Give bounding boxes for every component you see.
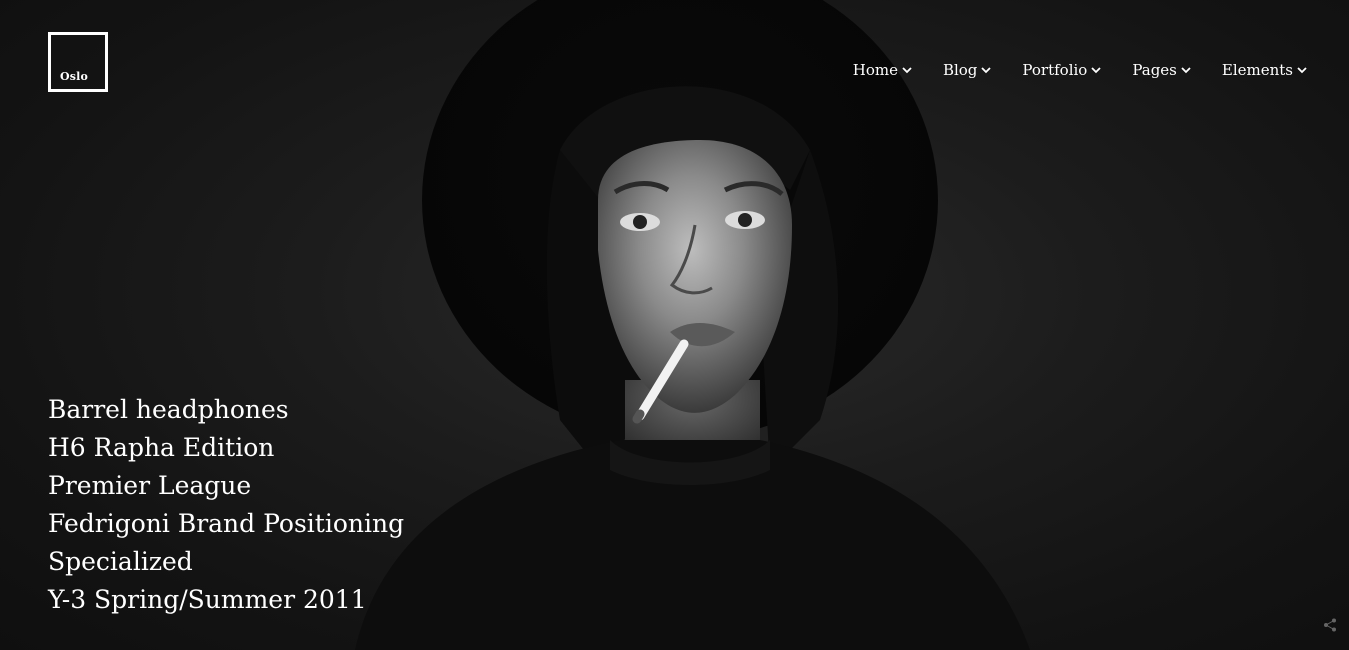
chevron-down-icon [1091,67,1101,74]
nav-item-label: Blog [942,61,978,79]
portfolio-page: Oslo Home Blog Portfolio Pages Elements … [0,0,1349,650]
project-link[interactable]: Specialized [48,543,404,581]
project-link[interactable]: Y-3 Spring/Summer 2011 [48,581,404,619]
nav-item-portfolio[interactable]: Portfolio [1022,58,1101,82]
project-link[interactable]: Fedrigoni Brand Positioning [48,505,404,543]
project-link[interactable]: H6 Rapha Edition [48,429,404,467]
project-link[interactable]: Barrel headphones [48,391,404,429]
nav-item-elements[interactable]: Elements [1222,58,1307,82]
nav-item-pages[interactable]: Pages [1132,58,1191,82]
chevron-down-icon [1297,67,1307,74]
chevron-down-icon [981,67,992,74]
nav-item-blog[interactable]: Blog [942,58,992,82]
share-icon[interactable] [1323,618,1337,632]
project-link[interactable]: Premier League [48,467,404,505]
nav-item-home[interactable]: Home [853,58,912,82]
chevron-down-icon [902,67,912,74]
site-logo[interactable]: Oslo [48,32,108,92]
logo-text: Oslo [60,70,89,83]
main-navigation: Home Blog Portfolio Pages Elements [822,58,1307,82]
nav-item-label: Home [852,61,898,79]
chevron-down-icon [1181,67,1191,74]
project-list: Barrel headphones H6 Rapha Edition Premi… [48,391,404,619]
nav-item-label: Portfolio [1022,61,1088,79]
nav-item-label: Elements [1221,61,1293,79]
nav-item-label: Pages [1132,61,1177,79]
